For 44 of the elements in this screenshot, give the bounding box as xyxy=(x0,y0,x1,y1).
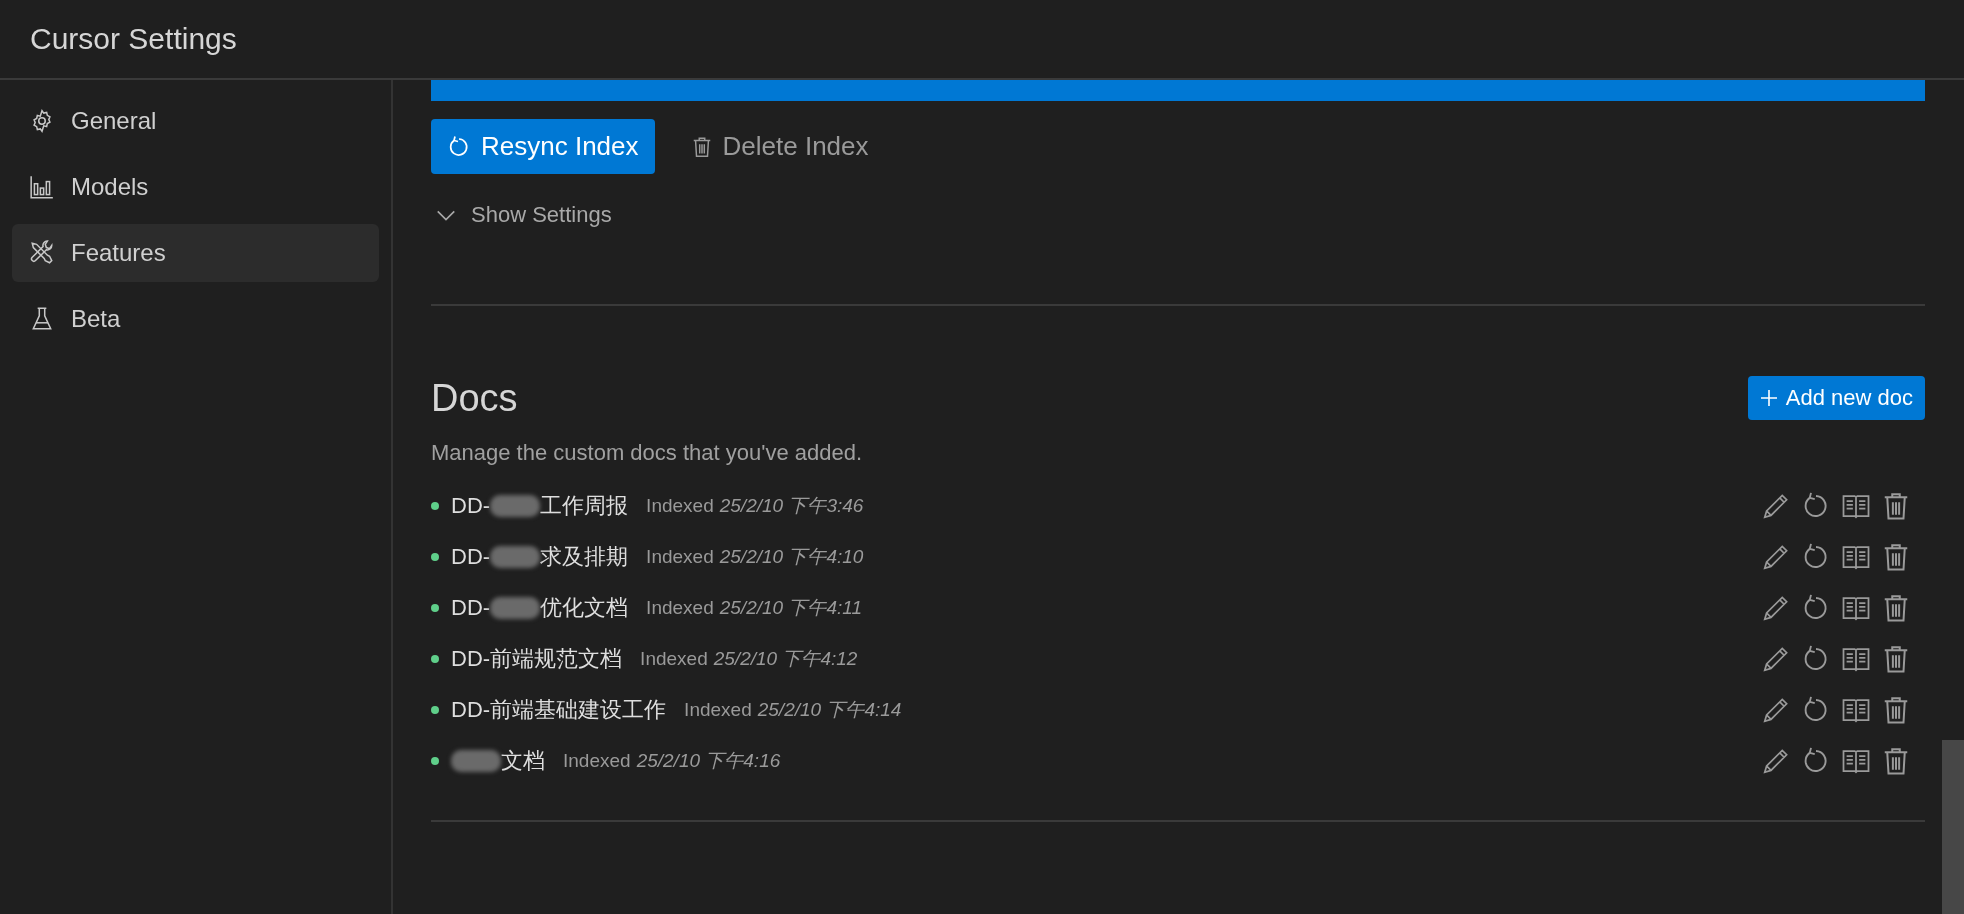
doc-status: Indexed xyxy=(646,494,714,517)
doc-name: DD- xyxy=(451,594,491,621)
status-dot xyxy=(431,705,439,714)
flask-icon xyxy=(29,306,55,332)
sidebar-item[interactable]: General xyxy=(12,92,379,150)
doc-status: Indexed xyxy=(684,698,752,721)
doc-name: 工作周报 xyxy=(540,491,629,520)
refresh-icon xyxy=(447,134,471,159)
plus-icon xyxy=(1759,389,1778,407)
delete-button[interactable]: Delete Index xyxy=(674,119,885,174)
status-dot xyxy=(431,501,439,510)
doc-status: Indexed xyxy=(640,647,708,670)
doc-status: Indexed xyxy=(646,596,714,619)
scrollbar-thumb[interactable] xyxy=(1942,740,1964,914)
status-dot xyxy=(431,603,439,612)
doc-timestamp: 25/2/10 下午4:12 xyxy=(713,646,858,671)
add-doc-button[interactable]: Add new doc xyxy=(1747,376,1925,420)
section-heading: Docs xyxy=(431,376,518,420)
doc-name: DD-前端基础建设工作 xyxy=(451,695,667,724)
doc-status: Indexed xyxy=(646,545,714,568)
status-dot xyxy=(431,654,439,663)
sidebar-item[interactable]: Beta xyxy=(12,290,379,348)
resync-button[interactable]: Resync Index xyxy=(431,119,655,174)
tools-icon xyxy=(29,240,55,266)
status-dot xyxy=(431,756,439,765)
window-title: Cursor Settings xyxy=(30,22,237,56)
doc-timestamp: 25/2/10 下午4:10 xyxy=(719,544,864,569)
sidebar-item[interactable]: Features xyxy=(12,224,379,282)
bar-chart-icon xyxy=(29,174,55,200)
doc-timestamp: 25/2/10 下午4:11 xyxy=(719,595,862,620)
doc-name: DD- xyxy=(451,492,491,519)
doc-timestamp: 25/2/10 下午4:16 xyxy=(636,748,781,773)
sidebar-item[interactable]: Models xyxy=(12,158,379,216)
doc-name: DD-前端规范文档 xyxy=(451,644,623,673)
doc-name: 文档 xyxy=(501,746,545,775)
status-dot xyxy=(431,552,439,561)
doc-status: Indexed xyxy=(563,749,631,772)
doc-name: 优化文档 xyxy=(540,593,629,622)
section-description: Manage the custom docs that you've added. xyxy=(431,440,864,466)
doc-name: 求及排期 xyxy=(540,542,629,571)
doc-timestamp: 25/2/10 下午4:14 xyxy=(757,697,902,722)
show-settings-toggle[interactable]: Show Settings xyxy=(431,200,612,230)
doc-timestamp: 25/2/10 下午3:46 xyxy=(719,493,864,518)
doc-name: DD- xyxy=(451,543,491,570)
